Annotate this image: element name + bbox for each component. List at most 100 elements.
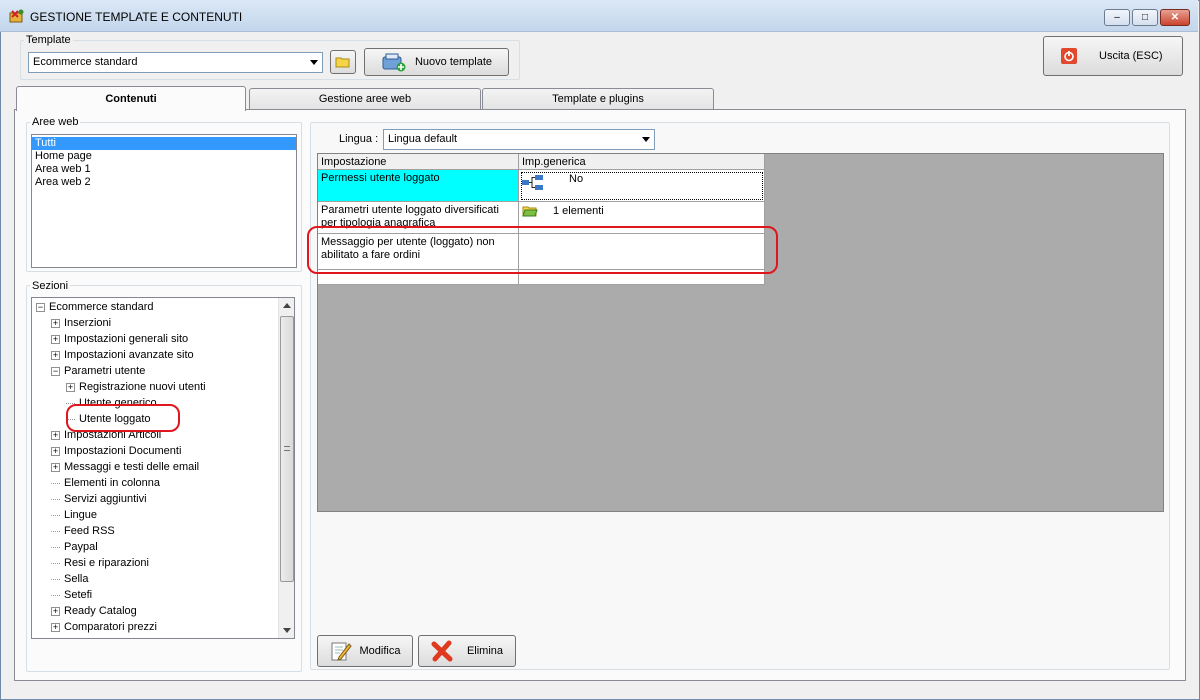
exit-button[interactable]: Uscita (ESC) xyxy=(1043,36,1183,76)
tree-node[interactable]: Setefi xyxy=(51,587,92,603)
close-icon: ✕ xyxy=(1170,12,1180,23)
expand-icon[interactable]: + xyxy=(51,622,60,632)
aree-web-label: Aree web xyxy=(30,116,81,128)
tree-node[interactable]: + Impostazioni generali sito xyxy=(51,331,188,347)
tree-node-label: Setefi xyxy=(64,589,93,601)
minimize-button[interactable]: – xyxy=(1104,9,1130,26)
expand-icon[interactable]: + xyxy=(51,350,60,360)
tree-node[interactable]: Lingue xyxy=(51,507,97,523)
folder-icon xyxy=(335,57,350,68)
folder-icon xyxy=(522,206,538,217)
aree-web-item[interactable]: Home page xyxy=(32,150,296,163)
new-template-button[interactable]: Nuovo template xyxy=(364,48,509,76)
setting-value: 1 elementi xyxy=(553,205,604,217)
collapse-icon[interactable]: − xyxy=(51,366,60,376)
lingua-select-value: Lingua default xyxy=(388,133,458,145)
tree-node[interactable]: + Impostazioni avanzate sito xyxy=(51,347,194,363)
tree-node[interactable]: Paypal xyxy=(51,539,98,555)
highlight-utente-loggato xyxy=(66,404,180,432)
tree-node-label: Lingue xyxy=(64,509,98,521)
tree-node[interactable]: − Ecommerce standard xyxy=(36,299,154,315)
tree-connector xyxy=(51,546,60,548)
expand-icon[interactable]: + xyxy=(51,430,60,440)
delete-button[interactable]: Elimina xyxy=(418,635,516,667)
tree-node-label: Feed RSS xyxy=(64,525,115,537)
maximize-button[interactable]: □ xyxy=(1132,9,1158,26)
sezioni-label: Sezioni xyxy=(30,280,71,292)
tree-node[interactable]: + Registrazione nuovi utenti xyxy=(66,379,206,395)
delete-x-icon xyxy=(431,640,453,662)
expand-icon[interactable]: + xyxy=(51,334,60,344)
grid-row-value[interactable]: No xyxy=(519,170,765,202)
collapse-icon[interactable]: − xyxy=(36,302,45,312)
tree-node[interactable]: Elementi in colonna xyxy=(51,475,160,491)
aree-web-item[interactable]: Area web 2 xyxy=(32,176,296,189)
tree-node-label: Elementi in colonna xyxy=(64,477,161,489)
tree-node[interactable]: Resi e riparazioni xyxy=(51,555,149,571)
scroll-up-icon[interactable] xyxy=(283,303,291,308)
tree-connector xyxy=(51,578,60,580)
tree-connector xyxy=(51,482,60,484)
scroll-down-icon[interactable] xyxy=(283,628,291,633)
tree-node[interactable]: Sella xyxy=(51,571,88,587)
tree-node[interactable]: + Comparatori prezzi xyxy=(51,619,157,635)
tree-node-label: Impostazioni avanzate sito xyxy=(64,349,194,361)
edit-icon xyxy=(331,642,352,661)
minimize-icon: – xyxy=(1114,12,1120,23)
new-template-icon xyxy=(382,53,406,72)
tree-node-label: Impostazioni generali sito xyxy=(64,333,189,345)
tree-node[interactable]: + Messaggi e testi delle email xyxy=(51,459,199,475)
tree-node-label: Parametri utente xyxy=(64,365,146,377)
window-title: GESTIONE TEMPLATE E CONTENUTI xyxy=(30,10,243,24)
column-header-imp-generica[interactable]: Imp.generica xyxy=(519,154,765,170)
expand-icon[interactable]: + xyxy=(51,318,60,328)
exit-label: Uscita (ESC) xyxy=(1099,50,1163,62)
edit-button[interactable]: Modifica xyxy=(317,635,413,667)
expand-icon[interactable]: + xyxy=(51,446,60,456)
sezioni-tree[interactable]: − Ecommerce standard + Inserzioni + Impostazi… xyxy=(31,297,295,639)
tree-node[interactable]: + Ready Catalog xyxy=(51,603,137,619)
tree-node[interactable]: Servizi aggiuntivi xyxy=(51,491,147,507)
aree-web-list[interactable]: Tutti Home page Area web 1 Area web 2 xyxy=(31,134,297,268)
template-select[interactable]: Ecommerce standard xyxy=(28,52,323,73)
delete-label: Elimina xyxy=(466,645,504,657)
setting-value: No xyxy=(569,173,584,185)
tab-gestione-aree-web-label: Gestione aree web xyxy=(318,93,412,105)
tree-node-label: Impostazioni Documenti xyxy=(64,445,182,457)
open-folder-button[interactable] xyxy=(330,50,356,74)
highlight-messaggio-row xyxy=(307,226,778,274)
tree-connector xyxy=(51,498,60,500)
template-group-label: Template xyxy=(24,34,73,46)
column-header-impostazione[interactable]: Impostazione xyxy=(318,154,519,170)
tree-node-label: Registrazione nuovi utenti xyxy=(79,381,206,393)
app-icon xyxy=(9,9,24,23)
grid-row-setting[interactable]: Permessi utente loggato xyxy=(318,170,519,202)
close-button[interactable]: ✕ xyxy=(1160,9,1190,26)
lingua-select[interactable]: Lingua default xyxy=(383,129,655,150)
tree-connector xyxy=(51,594,60,596)
tab-contenuti[interactable]: Contenuti xyxy=(16,86,246,111)
tree-node[interactable]: − Parametri utente xyxy=(51,363,145,379)
aree-web-item[interactable]: Tutti xyxy=(32,137,296,150)
tab-template-plugins[interactable]: Template e plugins xyxy=(482,88,714,109)
tree-node-label: Ready Catalog xyxy=(64,605,137,617)
maximize-icon: □ xyxy=(1141,12,1149,23)
tree-connector xyxy=(51,514,60,516)
lingua-label: Lingua : xyxy=(339,133,379,145)
tree-node[interactable]: + Impostazioni Documenti xyxy=(51,443,181,459)
tree-node[interactable]: + Inserzioni xyxy=(51,315,111,331)
column-header-label: Impostazione xyxy=(321,156,387,168)
new-template-label: Nuovo template xyxy=(414,56,493,68)
expand-icon[interactable]: + xyxy=(51,606,60,616)
expand-icon[interactable]: + xyxy=(66,382,75,392)
tab-gestione-aree-web[interactable]: Gestione aree web xyxy=(249,88,481,109)
tree-scrollbar[interactable] xyxy=(278,298,294,638)
tree-node-label: Comparatori prezzi xyxy=(64,621,157,633)
expand-icon[interactable]: + xyxy=(51,462,60,472)
column-header-label: Imp.generica xyxy=(522,156,586,168)
tree-connector xyxy=(51,530,60,532)
aree-web-item[interactable]: Area web 1 xyxy=(32,163,296,176)
tab-template-plugins-label: Template e plugins xyxy=(552,93,644,105)
tree-node-label: Ecommerce standard xyxy=(49,301,154,313)
tree-node[interactable]: Feed RSS xyxy=(51,523,115,539)
